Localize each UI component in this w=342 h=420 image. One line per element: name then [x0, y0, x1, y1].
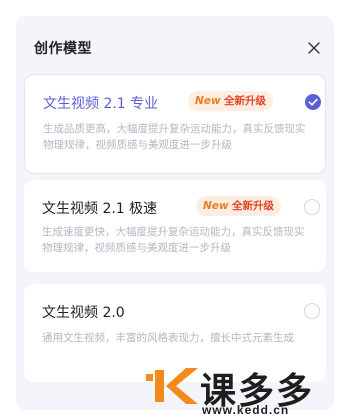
watermark-url: www.kedd.cn [202, 403, 290, 417]
model-title: 文生视频 2.1 专业 [43, 96, 159, 112]
badge-upgrade-label: 全新升级 [231, 200, 274, 212]
unselected-radio-icon[interactable] [304, 303, 320, 319]
badge-new-label: New [195, 95, 221, 107]
selected-check-icon[interactable] [305, 94, 321, 110]
new-badge: New 全新升级 [196, 196, 281, 216]
model-option-wensheng-2-1-fast[interactable]: 文生视频 2.1 极速 New 全新升级 生成速度更快，大幅度提升复杂运动能力，… [24, 180, 326, 272]
watermark: 课多多 www.kedd.cn [142, 362, 342, 420]
unselected-radio-icon[interactable] [304, 199, 320, 215]
model-description: 生成品质更高，大幅度提升复杂运动能力，真实反馈现实物理规律，视频质感与美观度进一… [43, 123, 306, 151]
model-option-wensheng-2-1-pro[interactable]: 文生视频 2.1 专业 New 全新升级 生成品质更高，大幅度提升复杂运动能力，… [24, 74, 326, 174]
model-title: 文生视频 2.0 [42, 305, 125, 321]
model-description: 生成速度更快，大幅度提升复杂运动能力，真实反馈现实物理规律，视频质感与美观度进一… [42, 226, 305, 254]
panel-title: 创作模型 [34, 41, 92, 57]
watermark-logo-icon [146, 368, 198, 404]
model-title: 文生视频 2.1 极速 [42, 201, 158, 217]
model-panel: 创作模型 文生视频 2.1 专业 New 全新升级 生成品质更高，大幅度提升复杂… [16, 16, 334, 410]
close-button[interactable] [304, 38, 324, 58]
badge-upgrade-label: 全新升级 [223, 95, 266, 107]
badge-new-label: New [203, 200, 229, 212]
close-icon [308, 42, 320, 54]
new-badge: New 全新升级 [188, 91, 273, 111]
model-description: 通用文生视频，丰富的风格表现力，擅长中式元素生成 [42, 332, 294, 344]
